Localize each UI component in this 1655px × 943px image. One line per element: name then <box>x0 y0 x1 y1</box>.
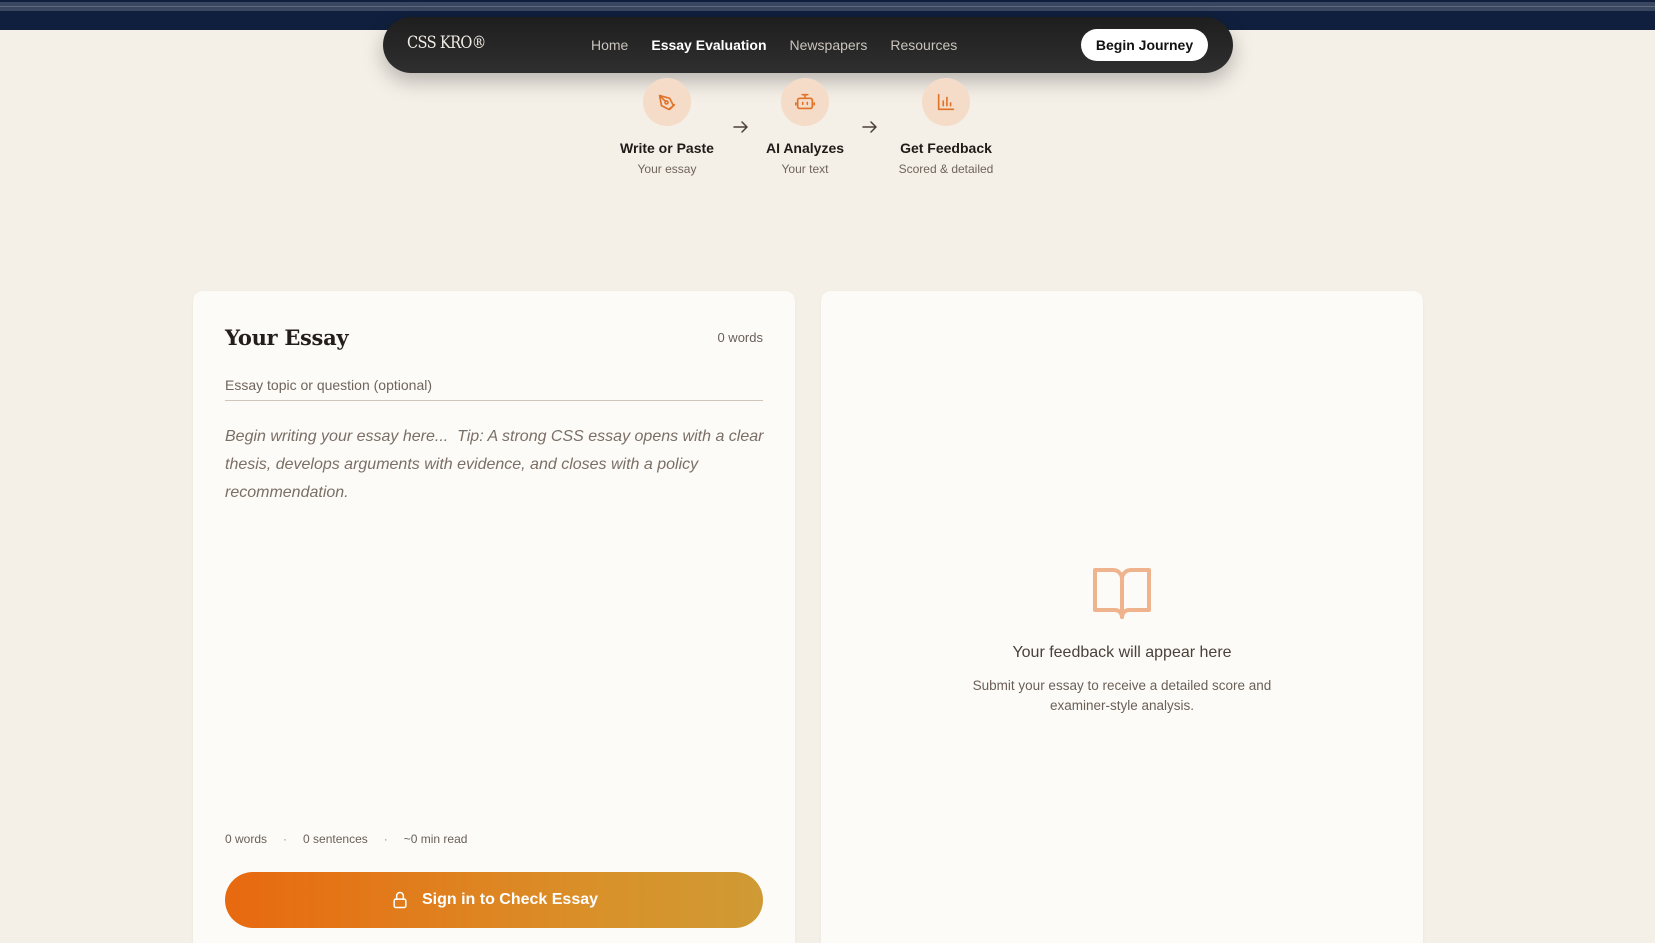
pen-nib-icon <box>643 78 691 126</box>
step-subtitle: Your essay <box>637 162 697 176</box>
essay-stats: 0 words · 0 sentences · ~0 min read <box>225 832 467 846</box>
nav-link-essay-evaluation[interactable]: Essay Evaluation <box>651 37 766 53</box>
step-ai-analyzes: AI Analyzes Your text <box>735 78 875 176</box>
lock-icon <box>393 891 407 909</box>
step-subtitle: Scored & detailed <box>898 162 994 176</box>
step-title: AI Analyzes <box>765 140 845 156</box>
stat-read-time: ~0 min read <box>403 832 468 846</box>
stat-separator: · <box>283 832 288 846</box>
begin-journey-button[interactable]: Begin Journey <box>1081 29 1208 61</box>
essay-card: Your Essay 0 words 0 words · 0 sentences… <box>193 291 795 943</box>
word-count-badge: 0 words <box>717 330 763 345</box>
essay-topic-input[interactable] <box>225 369 763 401</box>
nav-link-home[interactable]: Home <box>591 37 628 53</box>
stat-word-count: 0 words <box>225 832 268 846</box>
nav-link-resources[interactable]: Resources <box>890 37 957 53</box>
brand-logo[interactable]: CSS KRO® <box>407 33 486 53</box>
feedback-card: Your feedback will appear here Submit yo… <box>821 291 1423 943</box>
step-title: Write or Paste <box>620 140 714 156</box>
feedback-empty-state: Your feedback will appear here Submit yo… <box>821 566 1423 716</box>
open-book-icon <box>1093 568 1151 619</box>
feedback-empty-subtitle: Submit your essay to receive a detailed … <box>972 678 1272 713</box>
nav-links: Home Essay Evaluation Newspapers Resourc… <box>591 17 980 73</box>
stat-sentence-count: 0 sentences <box>303 832 368 846</box>
step-title: Get Feedback <box>900 140 992 156</box>
feedback-empty-title: Your feedback will appear here <box>1012 644 1232 661</box>
stat-separator: · <box>383 832 388 846</box>
nav-link-newspapers[interactable]: Newspapers <box>790 37 868 53</box>
essay-body-textarea[interactable] <box>225 423 765 803</box>
essay-card-title: Your Essay <box>225 325 349 350</box>
step-subtitle: Your text <box>781 162 829 176</box>
step-get-feedback: Get Feedback Scored & detailed <box>876 78 1016 176</box>
step-write-or-paste: Write or Paste Your essay <box>597 78 737 176</box>
check-essay-label: Sign in to Check Essay <box>421 891 599 908</box>
sign-in-check-essay-button[interactable]: Sign in to Check Essay <box>225 872 763 928</box>
top-navbar: CSS KRO® Home Essay Evaluation Newspaper… <box>383 17 1233 73</box>
robot-icon <box>781 78 829 126</box>
bar-chart-icon <box>922 78 970 126</box>
